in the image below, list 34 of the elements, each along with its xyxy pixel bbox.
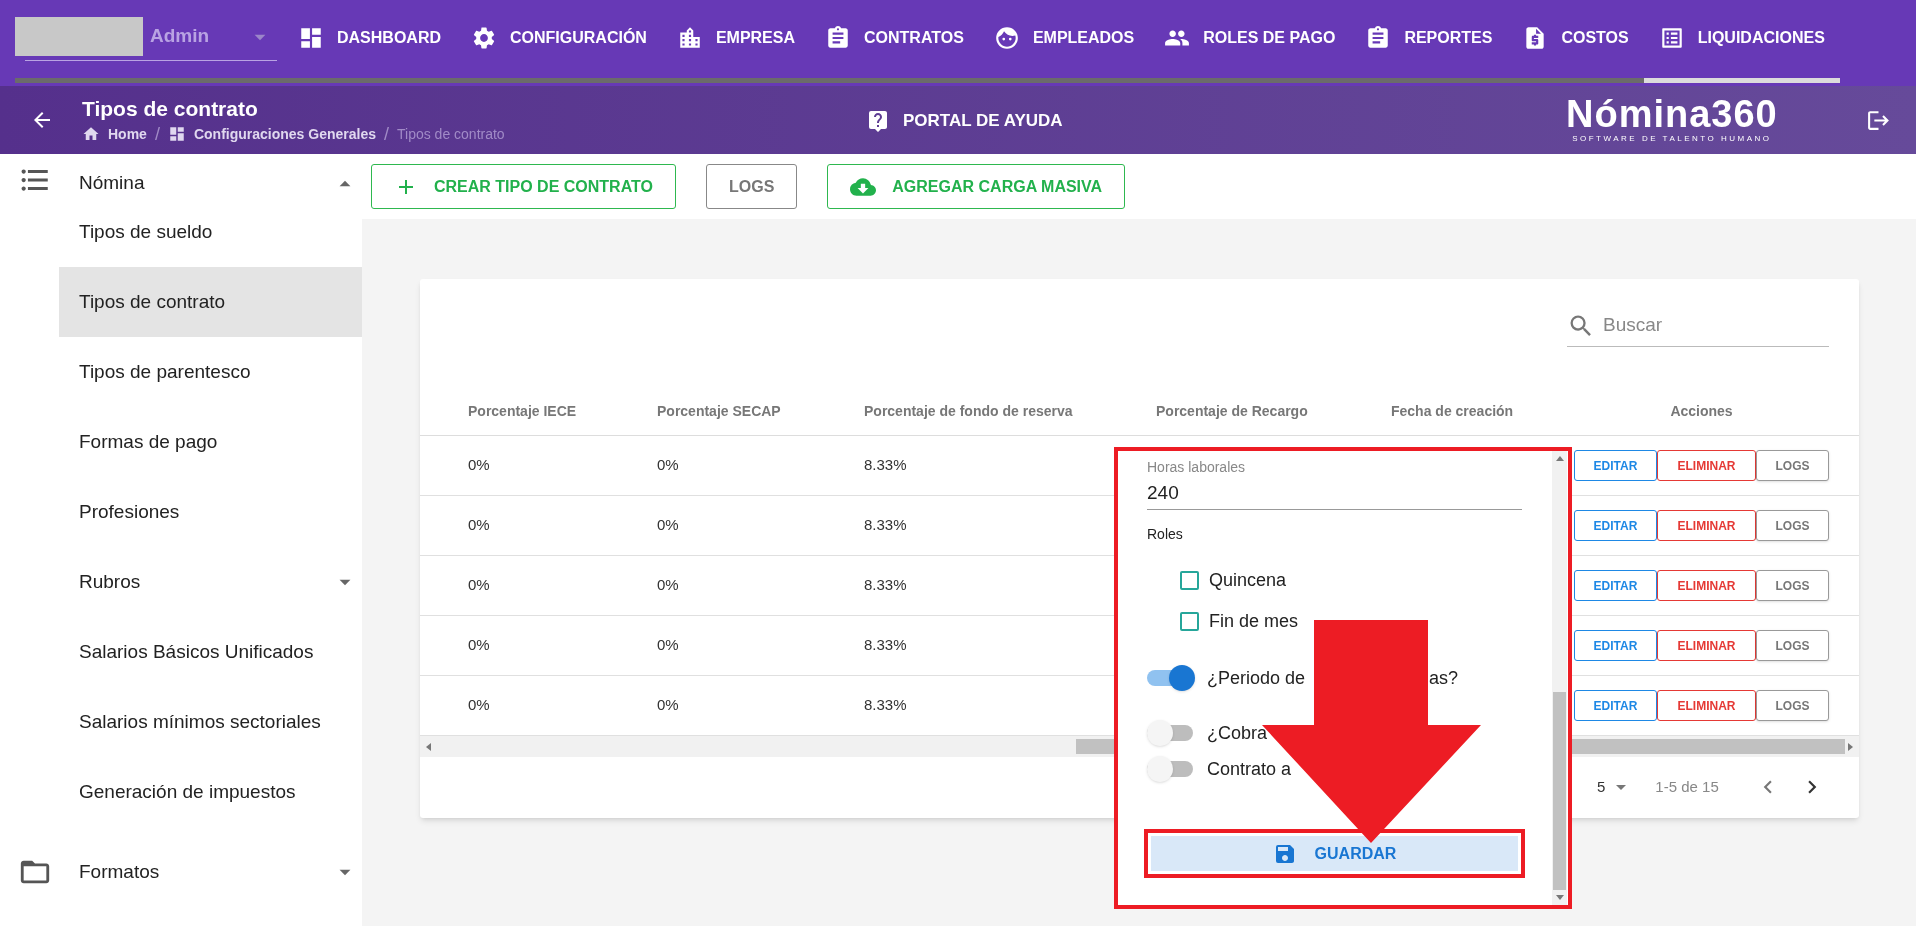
table-cell-text: 0% (468, 515, 491, 536)
table-cell-text: 0% (657, 635, 680, 656)
checkbox-label: Fin de mes (1209, 609, 1299, 633)
table-cell-text: 0% (657, 455, 680, 476)
table-cell-text: 0% (468, 635, 491, 656)
table-cell-text: 8.33% (864, 695, 908, 716)
field-label: Horas laborales (1147, 458, 1247, 477)
toggle-label: ¿Cobra (1207, 721, 1268, 745)
table-cell-text: 0% (468, 575, 491, 596)
column-header: Fecha de creación (1391, 402, 1515, 421)
toggle-label: Contrato a (1207, 757, 1292, 781)
user-role: Admin (150, 24, 210, 49)
breadcrumb-separator: / (154, 124, 160, 144)
page-range: 1-5 de 15 (1655, 776, 1719, 797)
table-cell-text: 0% (468, 695, 491, 716)
table-cell-text: 0% (657, 575, 680, 596)
checkbox-label: Quincena (1209, 568, 1287, 592)
column-header: Acciones (1670, 402, 1733, 421)
table-cell-text: 0% (468, 455, 491, 476)
table-cell-text: 8.33% (864, 635, 908, 656)
logo-wordmark: Nómina360 (1566, 94, 1778, 134)
column-header: Porcentaje SECAP (657, 402, 782, 421)
column-header: Porcentaje de fondo de reserva (864, 402, 1074, 421)
section-label: Roles (1147, 525, 1184, 544)
toggle-label: as? (1429, 666, 1459, 690)
table-cell-text: 8.33% (864, 575, 908, 596)
table-cell-text: 0% (657, 695, 680, 716)
breadcrumb-separator: / (384, 124, 389, 144)
logo-tagline: SOFTWARE DE TALENTO HUMANO (1572, 134, 1772, 144)
page-title: Tipos de contrato (82, 96, 259, 122)
table-cell-text: 0% (657, 515, 680, 536)
column-header: Porcentaje IECE (468, 402, 578, 421)
column-header: Porcentaje de Recargo (1156, 402, 1309, 421)
toggle-label: ¿Periodo de (1207, 666, 1306, 690)
